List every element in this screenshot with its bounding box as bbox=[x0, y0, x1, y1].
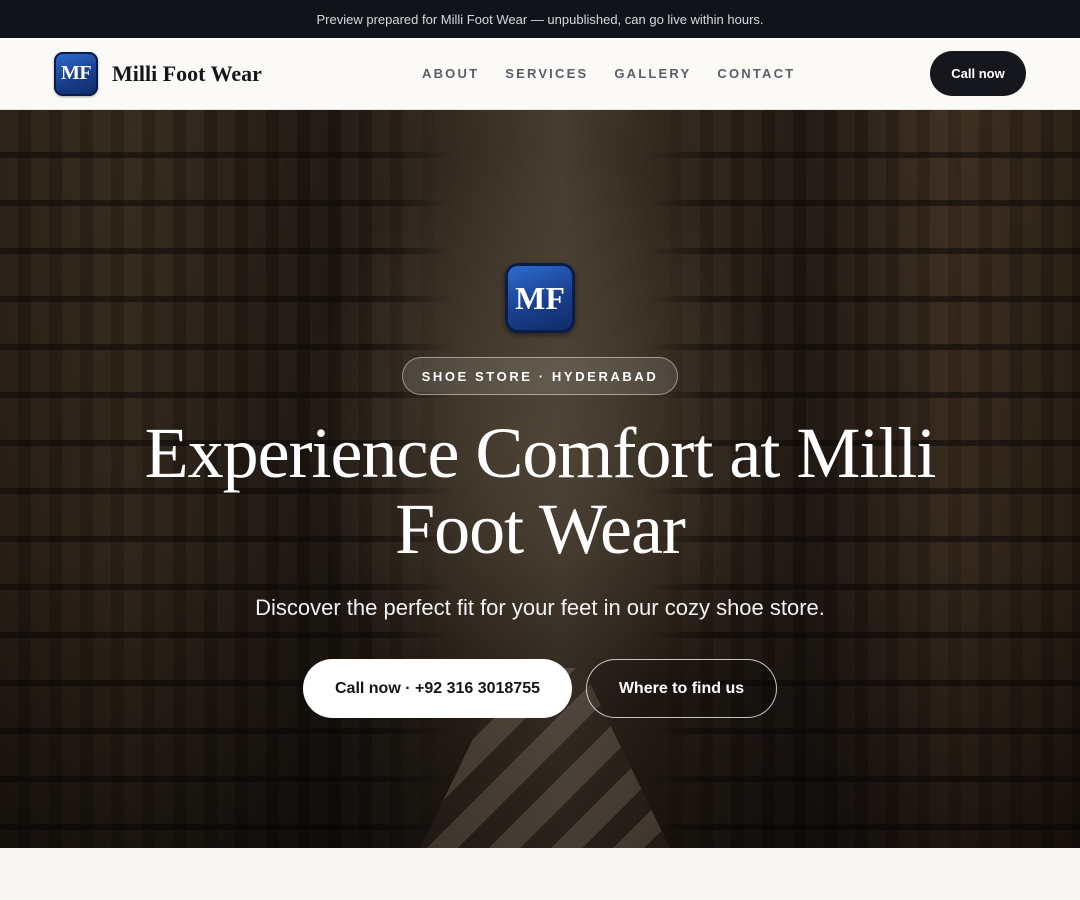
preview-banner-text: Preview prepared for Milli Foot Wear — u… bbox=[316, 11, 764, 27]
preview-banner: Preview prepared for Milli Foot Wear — u… bbox=[0, 0, 1080, 38]
hero-section: MF SHOE STORE · HYDERABAD Experience Com… bbox=[0, 110, 1080, 848]
header-call-button[interactable]: Call now bbox=[930, 51, 1026, 96]
nav-about[interactable]: ABOUT bbox=[422, 66, 479, 81]
where-to-find-us-button[interactable]: Where to find us bbox=[586, 659, 777, 718]
hero-subtitle: Discover the perfect fit for your feet i… bbox=[255, 595, 825, 620]
hero-logo-icon: MF bbox=[505, 263, 575, 333]
nav-contact[interactable]: CONTACT bbox=[717, 66, 795, 81]
nav-services[interactable]: SERVICES bbox=[505, 66, 588, 81]
main-nav: ABOUT SERVICES GALLERY CONTACT bbox=[422, 66, 795, 81]
brand-logo-icon: MF bbox=[54, 51, 98, 96]
brand[interactable]: MF Milli Foot Wear bbox=[54, 51, 262, 96]
nav-gallery[interactable]: GALLERY bbox=[614, 66, 691, 81]
hero-headline: Experience Comfort at Milli Foot Wear bbox=[144, 413, 937, 569]
brand-name: Milli Foot Wear bbox=[112, 60, 262, 86]
hero-tagline-badge: SHOE STORE · HYDERABAD bbox=[401, 357, 679, 395]
site-header: MF Milli Foot Wear ABOUT SERVICES GALLER… bbox=[0, 38, 1080, 110]
hero-cta-group: Call now · +92 316 3018755 Where to find… bbox=[303, 659, 777, 718]
call-now-button[interactable]: Call now · +92 316 3018755 bbox=[303, 659, 572, 718]
